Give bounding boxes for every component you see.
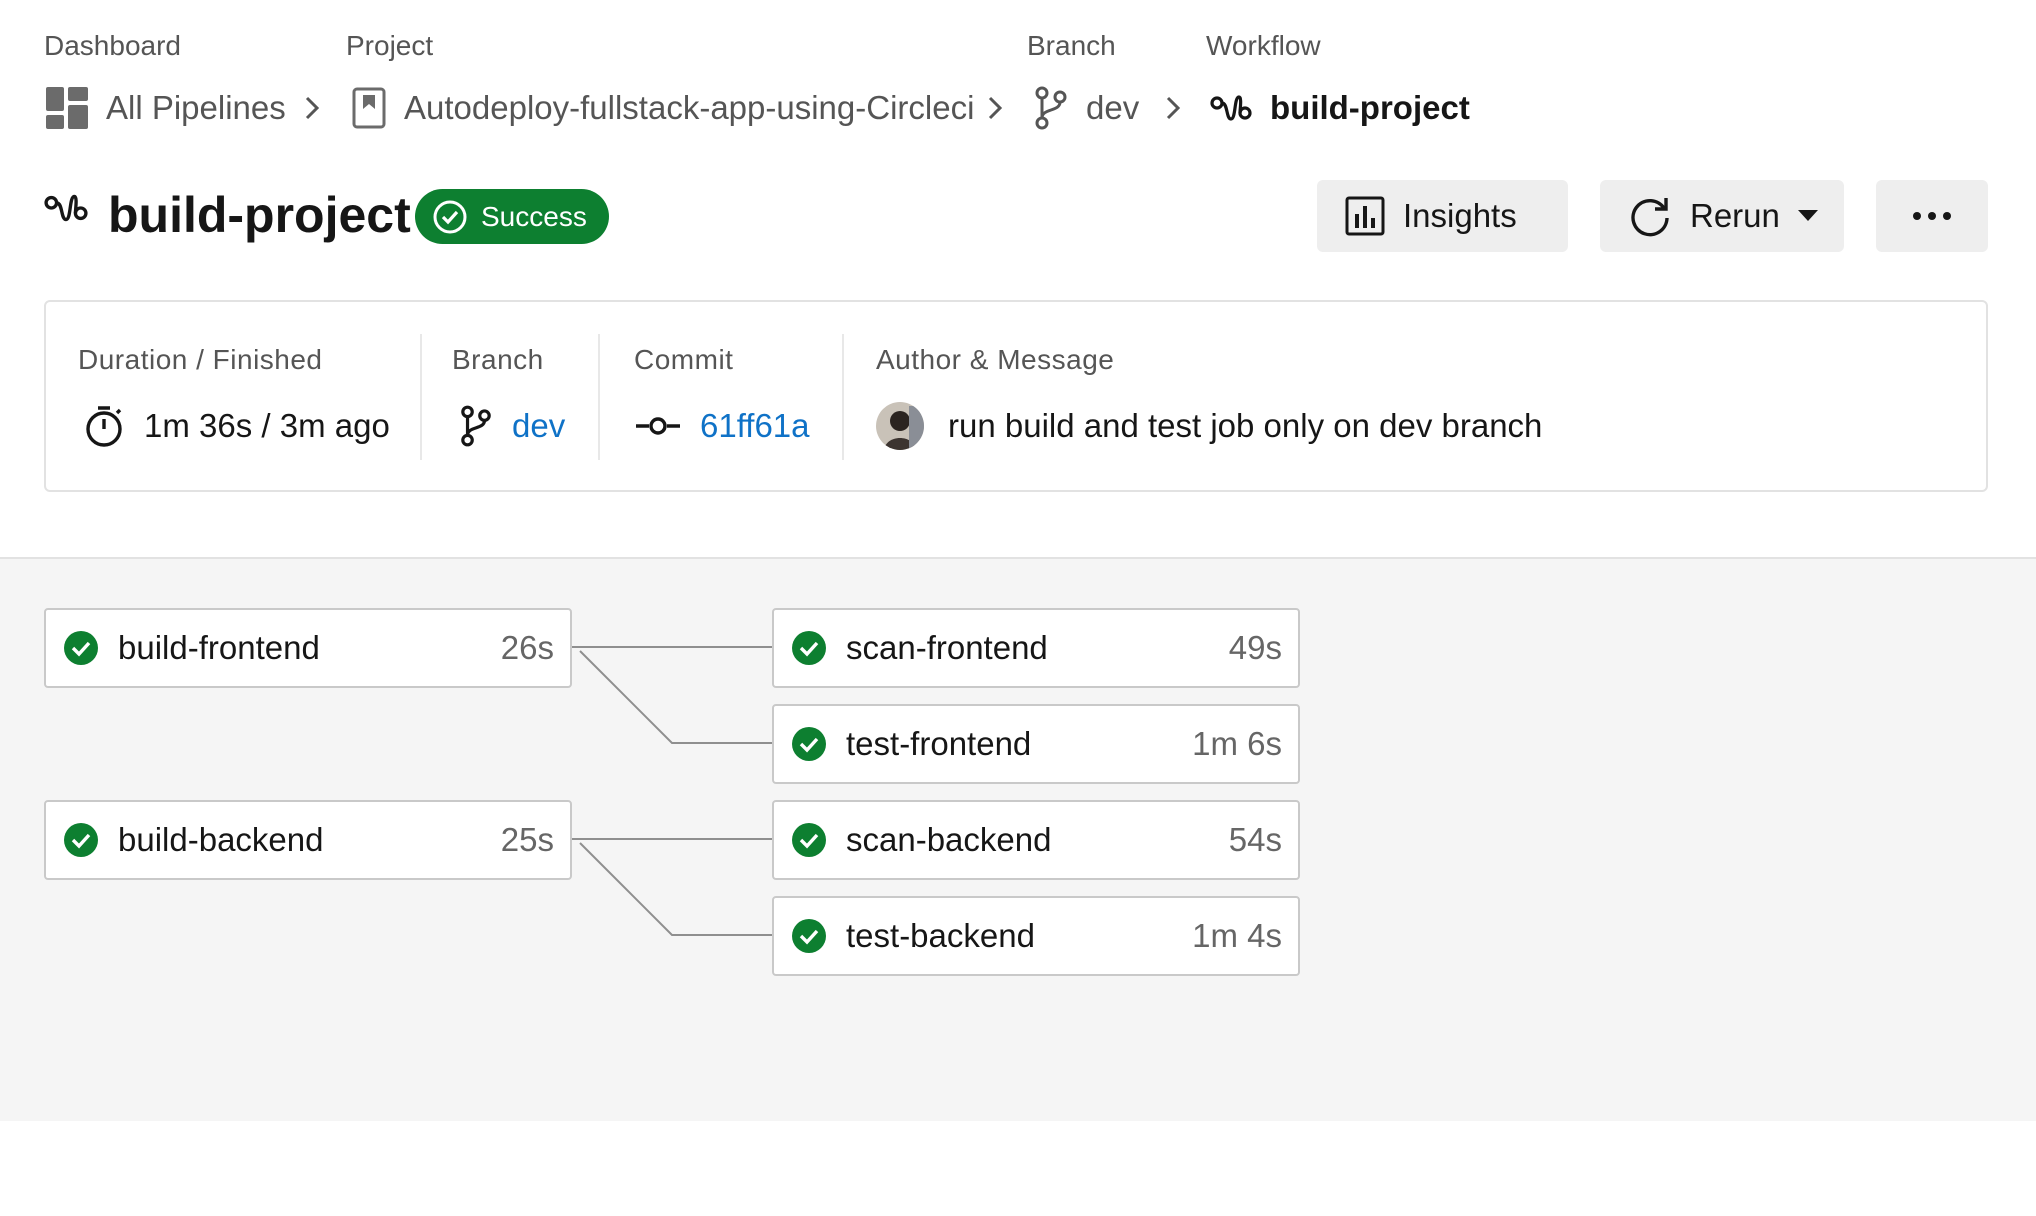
author-message-value: run build and test job only on dev branc… <box>876 402 1542 450</box>
job-duration: 49s <box>1228 629 1282 666</box>
job-card[interactable]: build-frontend 26s <box>44 608 572 688</box>
breadcrumb-branch[interactable]: dev <box>1034 84 1139 132</box>
breadcrumb-label-project: Project <box>346 30 434 61</box>
check-circle-icon <box>433 200 467 233</box>
duration-label: Duration / Finished <box>78 344 323 375</box>
summary-divider <box>598 334 600 460</box>
commit-message: run build and test job only on dev branc… <box>948 407 1543 444</box>
breadcrumb-project-label: Autodeploy-fullstack-app-using-Circleci <box>404 89 975 126</box>
check-circle-icon <box>64 823 98 857</box>
job-card[interactable]: scan-backend 54s <box>772 800 1300 880</box>
check-circle-icon <box>792 727 826 761</box>
check-circle-icon <box>792 919 826 953</box>
git-branch-icon <box>461 405 491 447</box>
commit-value[interactable]: 61ff61a <box>636 402 810 450</box>
job-name: scan-frontend <box>846 629 1048 666</box>
git-commit-icon <box>636 417 680 435</box>
job-name: build-backend <box>118 821 324 858</box>
chevron-right-icon <box>988 96 1003 120</box>
workflow-page: Dashboard Project Branch Workflow All Pi… <box>0 0 2036 1216</box>
branch-value[interactable]: dev <box>460 402 565 450</box>
job-duration: 1m 4s <box>1192 917 1282 954</box>
page-title: build-project <box>108 187 411 243</box>
branch-link[interactable]: dev <box>512 407 565 445</box>
more-options-button[interactable] <box>1876 180 1988 252</box>
rerun-button[interactable]: Rerun <box>1600 180 1844 252</box>
refresh-icon <box>1631 198 1669 237</box>
breadcrumb-dashboard[interactable]: All Pipelines <box>46 84 286 132</box>
branch-label: Branch <box>452 344 544 375</box>
job-name: scan-backend <box>846 821 1052 858</box>
git-branch-icon <box>1035 86 1067 130</box>
status-badge: Success <box>415 189 609 244</box>
job-card[interactable]: test-frontend 1m 6s <box>772 704 1300 784</box>
check-circle-icon <box>64 631 98 665</box>
breadcrumb-branch-label: dev <box>1086 89 1140 126</box>
workflow-graph: build-frontend 26s scan-frontend 49s tes… <box>0 557 2036 1121</box>
chevron-right-icon <box>305 96 320 120</box>
job-name: test-frontend <box>846 725 1032 762</box>
bar-chart-icon <box>1345 196 1385 236</box>
job-card[interactable]: scan-frontend 49s <box>772 608 1300 688</box>
check-circle-icon <box>792 631 826 665</box>
stopwatch-icon <box>86 406 122 447</box>
job-name: test-backend <box>846 917 1035 954</box>
breadcrumb-workflow-label: build-project <box>1270 89 1470 126</box>
breadcrumb-label-workflow: Workflow <box>1206 30 1321 61</box>
author-message-label: Author & Message <box>876 344 1115 375</box>
ellipsis-icon <box>1913 212 1951 220</box>
breadcrumb-project[interactable]: Autodeploy-fullstack-app-using-Circleci <box>352 84 974 132</box>
workflow-icon <box>44 194 88 222</box>
caret-down-icon <box>1797 210 1818 221</box>
breadcrumb-dashboard-label: All Pipelines <box>106 89 286 126</box>
workflow-icon <box>1210 95 1252 121</box>
job-card[interactable]: build-backend 25s <box>44 800 572 880</box>
breadcrumb-workflow[interactable]: build-project <box>1210 84 1470 132</box>
breadcrumb-label-dashboard: Dashboard <box>44 30 181 61</box>
dashboard-grid-icon <box>46 87 88 129</box>
job-duration: 1m 6s <box>1192 725 1282 762</box>
commit-link[interactable]: 61ff61a <box>700 407 810 445</box>
insights-button-label: Insights <box>1403 197 1517 234</box>
workflow-summary-card: Duration / Finished 1m 36s / 3m ago Bran… <box>44 300 1988 492</box>
status-badge-label: Success <box>481 200 587 232</box>
chevron-right-icon <box>1166 96 1181 120</box>
commit-label: Commit <box>634 344 734 375</box>
check-circle-icon <box>792 823 826 857</box>
duration-value: 1m 36s / 3m ago <box>84 402 390 450</box>
insights-button[interactable]: Insights <box>1317 180 1568 252</box>
job-name: build-frontend <box>118 629 320 666</box>
rerun-button-label: Rerun <box>1690 197 1780 234</box>
duration-text: 1m 36s / 3m ago <box>144 407 390 444</box>
job-duration: 54s <box>1228 821 1282 858</box>
bookmark-icon <box>352 87 386 129</box>
breadcrumb-label-branch: Branch <box>1027 30 1116 61</box>
job-card[interactable]: test-backend 1m 4s <box>772 896 1300 976</box>
job-duration: 25s <box>500 821 554 858</box>
job-duration: 26s <box>500 629 554 666</box>
summary-divider <box>842 334 844 460</box>
avatar[interactable] <box>876 402 924 450</box>
summary-divider <box>420 334 422 460</box>
